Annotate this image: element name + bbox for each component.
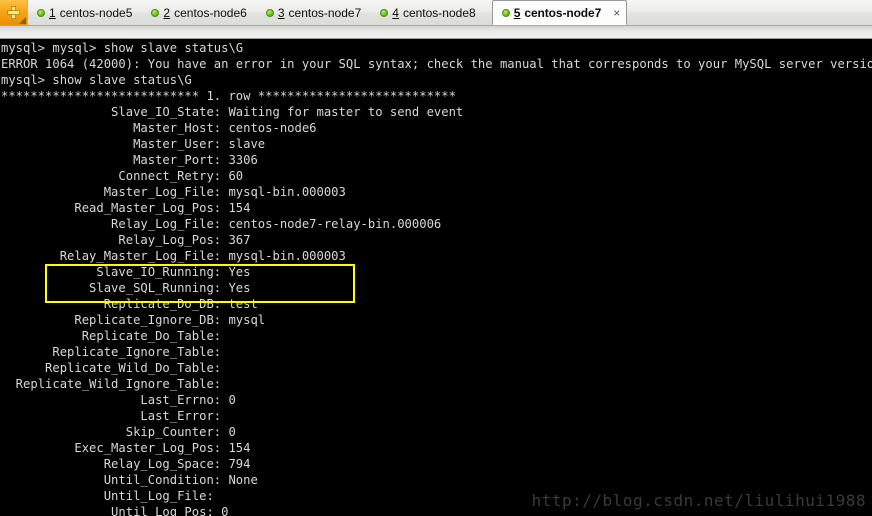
- terminal-line: Replicate_Do_DB: test: [1, 297, 258, 311]
- terminal-line: Replicate_Ignore_DB: mysql: [1, 313, 266, 327]
- terminal-line: Read_Master_Log_Pos: 154: [1, 201, 251, 215]
- tab-index: 4: [392, 5, 399, 20]
- terminal-line: Relay_Log_Space: 794: [1, 457, 251, 471]
- tab-centos-node7-active[interactable]: 5 centos-node7 ×: [491, 0, 628, 25]
- terminal-line: Slave_IO_State: Waiting for master to se…: [1, 105, 464, 119]
- tab-label: centos-node7: [288, 5, 362, 20]
- terminal-line: Replicate_Wild_Do_Table:: [1, 361, 222, 375]
- terminal-line: Last_Error:: [1, 409, 222, 423]
- terminal-line: Skip_Counter: 0: [1, 425, 236, 439]
- terminal-line: Relay_Master_Log_File: mysql-bin.000003: [1, 249, 346, 263]
- tab-centos-node5[interactable]: 1 centos-node5: [28, 0, 142, 25]
- status-dot-icon: [380, 8, 389, 17]
- terminal-line: Master_Port: 3306: [1, 153, 258, 167]
- status-dot-icon: [151, 8, 160, 17]
- terminal-line: Master_Host: centos-node6: [1, 121, 317, 135]
- tab-label: centos-node5: [59, 5, 133, 20]
- status-dot-icon: [501, 8, 510, 17]
- terminal-line: *************************** 1. row *****…: [1, 89, 456, 103]
- close-icon[interactable]: ×: [613, 7, 620, 19]
- tab-index: 3: [277, 5, 285, 20]
- terminal-line: Master_User: slave: [1, 137, 266, 151]
- terminal-line: Relay_Log_File: centos-node7-relay-bin.0…: [1, 217, 442, 231]
- terminal-line: mysql> mysql> show slave status\G: [1, 41, 244, 55]
- terminal-line: Until_Condition: None: [1, 473, 258, 487]
- terminal-line: Replicate_Do_Table:: [1, 329, 222, 343]
- tab-centos-node6[interactable]: 2 centos-node6: [142, 0, 256, 25]
- terminal-line: Connect_Retry: 60: [1, 169, 244, 183]
- terminal-line: Relay_Log_Pos: 367: [1, 233, 251, 247]
- tab-label: centos-node6: [174, 5, 247, 20]
- terminal-line: ERROR 1064 (42000): You have an error in…: [1, 57, 872, 71]
- tab-label: centos-node7: [524, 5, 602, 20]
- terminal-line: Master_Log_File: mysql-bin.000003: [1, 185, 346, 199]
- tab-index: 1: [49, 5, 56, 20]
- watermark-text: http://blog.csdn.net/liulihui1988: [531, 491, 866, 510]
- terminal-line: mysql> show slave status\G: [1, 73, 192, 87]
- status-dot-icon: [37, 8, 45, 17]
- tab-index: 2: [163, 5, 171, 20]
- terminal-line: Last_Errno: 0: [1, 393, 236, 407]
- tab-centos-node8[interactable]: 4 centos-node8: [371, 0, 485, 25]
- terminal-app-window: 1 centos-node5 2 centos-node6 3 centos-n…: [0, 0, 872, 516]
- terminal-line: Replicate_Ignore_Table:: [1, 345, 222, 359]
- tab-bar-underline: [0, 26, 872, 39]
- tab-index: 5: [513, 5, 521, 20]
- tab-label: centos-node8: [402, 5, 476, 20]
- tab-bar: 1 centos-node5 2 centos-node6 3 centos-n…: [0, 0, 872, 26]
- terminal-line: Slave_IO_Running: Yes: [1, 265, 251, 279]
- terminal-text: mysql> mysql> show slave status\G ERROR 1…: [0, 40, 872, 516]
- terminal-line: Slave_SQL_Running: Yes: [1, 281, 251, 295]
- tab-list: 1 centos-node5 2 centos-node6 3 centos-n…: [28, 0, 872, 25]
- status-dot-icon: [265, 8, 274, 17]
- terminal-line: Replicate_Wild_Ignore_Table:: [1, 377, 222, 391]
- terminal-output-pane[interactable]: mysql> mysql> show slave status\G ERROR 1…: [0, 39, 872, 516]
- dropdown-corner-icon: [19, 17, 26, 24]
- tab-centos-node7[interactable]: 3 centos-node7: [257, 0, 371, 25]
- new-tab-button[interactable]: [0, 0, 28, 25]
- terminal-line: Exec_Master_Log_Pos: 154: [1, 441, 251, 455]
